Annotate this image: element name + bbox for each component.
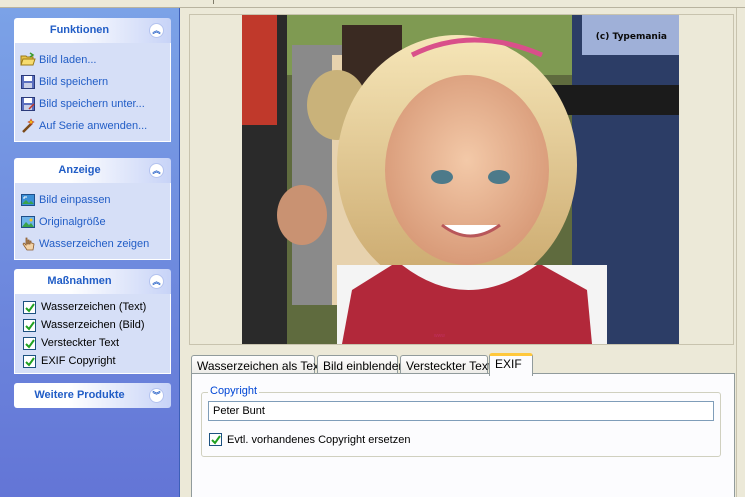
panel-anzeige-title: Anzeige bbox=[58, 164, 101, 176]
task-bild-speichern-unter-label: Bild speichern unter... bbox=[39, 98, 145, 110]
task-bild-laden[interactable]: Bild laden... bbox=[15, 49, 170, 71]
tab-bild-einblenden[interactable]: Bild einblenden bbox=[317, 355, 405, 375]
panel-massnahmen-header[interactable]: Maßnahmen ︽ bbox=[14, 269, 171, 294]
fit-image-icon bbox=[20, 192, 36, 208]
check-wasserzeichen-bild[interactable] bbox=[23, 318, 36, 332]
check-wasserzeichen-text[interactable] bbox=[23, 300, 36, 314]
check-wasserzeichen-bild-row[interactable]: Wasserzeichen (Bild) bbox=[15, 316, 170, 334]
tab-versteckter-text[interactable]: Versteckter Text bbox=[400, 355, 491, 375]
task-bild-einpassen-label: Bild einpassen bbox=[39, 194, 111, 206]
panel-massnahmen-body: Wasserzeichen (Text) Wasserzeichen (Bild… bbox=[14, 294, 171, 374]
preview-photo: www (c) Typemania bbox=[242, 15, 679, 344]
panel-anzeige-header[interactable]: Anzeige ︽ bbox=[14, 158, 171, 183]
copyright-input[interactable] bbox=[208, 401, 714, 421]
task-wasserzeichen-zeigen-label: Wasserzeichen zeigen bbox=[39, 238, 150, 250]
check-versteckter-text-row[interactable]: Versteckter Text bbox=[15, 334, 170, 352]
tab-wasserzeichen-als-text[interactable]: Wasserzeichen als Text bbox=[191, 355, 322, 375]
task-pane: Funktionen ︽ Bild laden... Bild speicher… bbox=[0, 8, 180, 497]
panel-funktionen-header[interactable]: Funktionen ︽ bbox=[14, 18, 171, 43]
replace-copyright-row[interactable]: Evtl. vorhandenes Copyright ersetzen bbox=[209, 433, 410, 446]
picture-icon bbox=[20, 214, 36, 230]
hand-pointer-icon bbox=[20, 236, 36, 252]
panel-weitere-produkte-header[interactable]: Weitere Produkte ︾ bbox=[14, 383, 171, 408]
replace-copyright-label: Evtl. vorhandenes Copyright ersetzen bbox=[227, 433, 411, 446]
collapse-up-icon[interactable]: ︽ bbox=[149, 274, 164, 289]
check-wasserzeichen-text-row[interactable]: Wasserzeichen (Text) bbox=[15, 298, 170, 316]
photo-illustration: www bbox=[242, 15, 679, 344]
task-auf-serie-anwenden-label: Auf Serie anwenden... bbox=[39, 120, 148, 132]
folder-open-icon bbox=[20, 52, 36, 68]
svg-text:www: www bbox=[434, 333, 445, 339]
panel-anzeige: Anzeige ︽ Bild einpassen Originalgröße W… bbox=[14, 158, 171, 260]
replace-copyright-checkbox[interactable] bbox=[209, 433, 222, 446]
photo-watermark-text: (c) Typemania bbox=[595, 32, 667, 42]
task-bild-laden-label: Bild laden... bbox=[39, 54, 97, 66]
task-bild-einpassen[interactable]: Bild einpassen bbox=[15, 189, 170, 211]
task-originalgroesse-label: Originalgröße bbox=[39, 216, 106, 228]
panel-weitere-produkte: Weitere Produkte ︾ bbox=[14, 383, 171, 408]
panel-massnahmen-title: Maßnahmen bbox=[47, 275, 112, 287]
task-originalgroesse[interactable]: Originalgröße bbox=[15, 211, 170, 233]
task-bild-speichern-label: Bild speichern bbox=[39, 76, 109, 88]
check-versteckter-text-label: Versteckter Text bbox=[41, 337, 120, 349]
panel-weitere-produkte-title: Weitere Produkte bbox=[34, 389, 125, 401]
top-toolbar-strip bbox=[0, 0, 745, 8]
task-auf-serie-anwenden[interactable]: Auf Serie anwenden... bbox=[15, 115, 170, 137]
copyright-group-label: Copyright bbox=[208, 385, 260, 397]
check-exif-copyright[interactable] bbox=[23, 354, 36, 368]
panel-massnahmen: Maßnahmen ︽ Wasserzeichen (Text) Wasserz… bbox=[14, 269, 171, 374]
collapse-up-icon[interactable]: ︽ bbox=[149, 23, 164, 38]
task-bild-speichern[interactable]: Bild speichern bbox=[15, 71, 170, 93]
right-edge bbox=[736, 8, 745, 497]
floppy-disk-as-icon bbox=[20, 96, 36, 112]
check-wasserzeichen-text-label: Wasserzeichen (Text) bbox=[41, 301, 147, 313]
floppy-disk-icon bbox=[20, 74, 36, 90]
panel-funktionen: Funktionen ︽ Bild laden... Bild speicher… bbox=[14, 18, 171, 142]
tab-exif[interactable]: EXIF bbox=[489, 353, 533, 376]
task-bild-speichern-unter[interactable]: Bild speichern unter... bbox=[15, 93, 170, 115]
check-exif-copyright-label: EXIF Copyright bbox=[41, 355, 116, 367]
check-exif-copyright-row[interactable]: EXIF Copyright bbox=[15, 352, 170, 370]
check-wasserzeichen-bild-label: Wasserzeichen (Bild) bbox=[41, 319, 145, 331]
magic-wand-icon bbox=[20, 118, 36, 134]
panel-anzeige-body: Bild einpassen Originalgröße Wasserzeich… bbox=[14, 183, 171, 260]
toolbar-divider bbox=[213, 0, 214, 4]
check-versteckter-text[interactable] bbox=[23, 336, 36, 350]
task-wasserzeichen-zeigen[interactable]: Wasserzeichen zeigen bbox=[15, 233, 170, 255]
panel-funktionen-title: Funktionen bbox=[49, 24, 110, 36]
expand-down-icon[interactable]: ︾ bbox=[149, 388, 164, 403]
panel-funktionen-body: Bild laden... Bild speichern Bild speich… bbox=[14, 43, 171, 142]
collapse-up-icon[interactable]: ︽ bbox=[149, 163, 164, 178]
